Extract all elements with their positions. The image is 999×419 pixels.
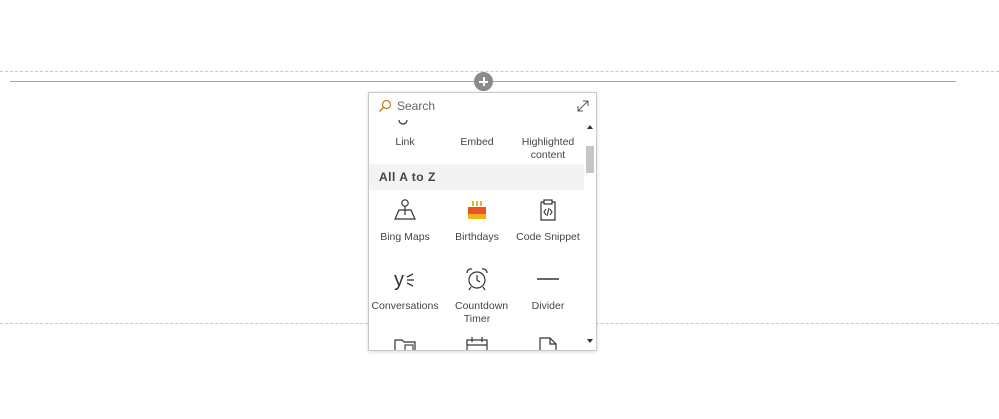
search-input[interactable]: Search — [397, 99, 435, 113]
webpart-partial[interactable] — [512, 336, 584, 350]
birthday-cake-icon — [468, 201, 486, 219]
webpart-label: Bing Maps — [380, 231, 430, 243]
expand-icon[interactable] — [576, 99, 590, 113]
scrollbar-thumb[interactable] — [586, 146, 594, 173]
webpart-label: Embed — [460, 136, 494, 148]
webpart-toolbox: Search Link Embed Highlighted content Al… — [368, 92, 597, 351]
webpart-bing-maps[interactable]: Bing Maps — [369, 198, 441, 258]
calendar-icon — [466, 337, 488, 350]
toolbox-search[interactable]: Search — [369, 93, 596, 120]
map-pin-icon — [394, 199, 416, 220]
webpart-countdown-timer[interactable]: Countdown Timer — [441, 266, 513, 330]
document-icon — [539, 337, 557, 350]
webpart-link[interactable]: Link — [369, 120, 441, 164]
section-top-dashed-border — [0, 71, 999, 72]
highlighted-content-icon — [536, 120, 560, 132]
webpart-conversations[interactable]: y Conversations — [369, 266, 441, 330]
search-icon — [379, 99, 392, 112]
webpart-label: Code Snippet — [516, 231, 580, 243]
alarm-clock-icon — [466, 268, 488, 291]
scroll-up-arrow-icon[interactable] — [587, 125, 593, 129]
webpart-highlighted-content[interactable]: Highlighted content — [512, 120, 584, 164]
webpart-code-snippet[interactable]: Code Snippet — [512, 198, 584, 258]
scroll-down-arrow-icon[interactable] — [587, 339, 593, 343]
add-webpart-plus-icon[interactable] — [474, 72, 493, 91]
section-header-all-a-to-z: All A to Z — [369, 164, 584, 190]
webpart-label: Highlighted content — [521, 136, 575, 161]
folder-icon — [394, 339, 416, 350]
link-icon — [398, 120, 408, 125]
webpart-label: Countdown Timer — [455, 300, 509, 325]
webpart-list: Link Embed Highlighted content All A to … — [369, 120, 584, 350]
webpart-embed[interactable]: Embed — [441, 120, 513, 164]
svg-text:y: y — [394, 269, 404, 291]
webpart-partial[interactable] — [441, 336, 513, 350]
section-title: All A to Z — [379, 170, 436, 184]
webpart-label: Divider — [531, 300, 565, 312]
embed-icon — [465, 120, 489, 132]
webpart-divider[interactable]: Divider — [512, 266, 584, 330]
yammer-icon: y — [394, 269, 414, 291]
webpart-birthdays[interactable]: Birthdays — [441, 198, 513, 258]
webpart-label: Birthdays — [455, 231, 499, 243]
divider-line-icon — [537, 278, 559, 280]
toolbox-scrollbar[interactable] — [584, 120, 596, 350]
webpart-partial[interactable] — [369, 336, 441, 350]
webpart-label: Link — [395, 136, 415, 148]
webpart-label: Conversations — [371, 300, 439, 312]
code-clipboard-icon — [540, 199, 556, 221]
